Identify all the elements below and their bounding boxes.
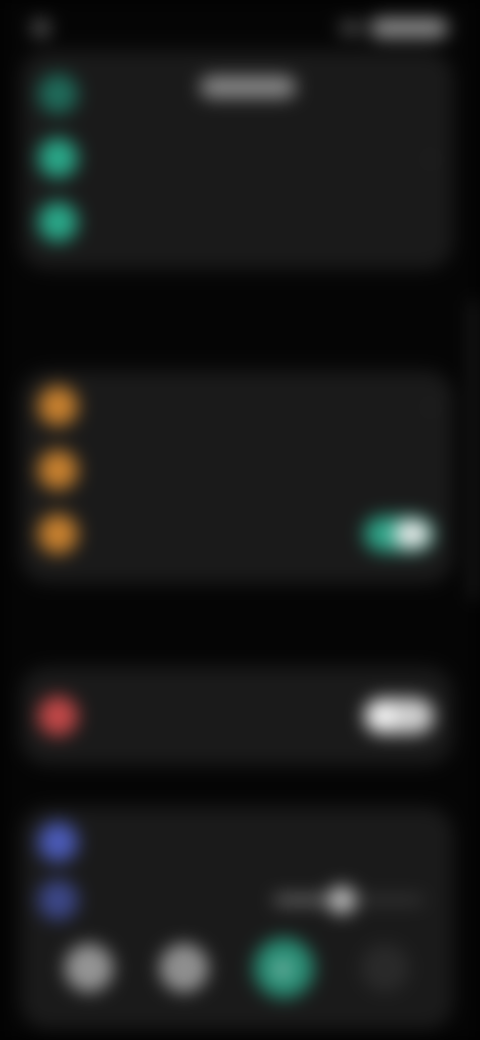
settings-row-volume[interactable] [38,874,434,926]
eye-comfort-icon [38,514,78,554]
sound-card: ♪ ≋ ◐ ☾ [22,808,452,1028]
lock-toggle[interactable] [364,698,434,734]
settings-row-theme[interactable] [38,444,434,496]
speaker-icon [38,822,78,862]
status-left [32,19,60,37]
security-card [22,668,452,764]
bluetooth-icon [38,202,78,242]
settings-row-bluetooth[interactable] [38,196,434,248]
settings-row-sim[interactable] [38,68,434,120]
signal-icon [340,22,362,34]
volume-icon [38,880,78,920]
status-bar [32,14,448,42]
silent-icon[interactable]: ◐ [254,938,315,998]
settings-row-lock[interactable] [38,690,434,742]
settings-row-wifi[interactable]: › [38,132,434,184]
volume-slider-knob[interactable] [327,886,356,914]
vibrate-icon[interactable]: ≋ [159,944,208,992]
display-card: › [22,372,452,582]
sim-icon [38,74,78,114]
dnd-icon[interactable]: ☾ [360,944,409,992]
network-card: › [22,52,452,268]
theme-icon [38,450,78,490]
settings-row-speaker[interactable] [38,816,434,868]
sound-mode-icon[interactable]: ♪ [65,944,114,992]
eye-comfort-toggle[interactable] [364,516,434,552]
settings-row-brightness[interactable]: › [38,380,434,432]
lock-icon [38,696,78,736]
settings-row-eye-comfort[interactable] [38,508,434,560]
chevron-right-icon: › [427,148,434,168]
sound-mode-selector: ♪ ≋ ◐ ☾ [42,938,432,998]
scroll-indicator[interactable] [472,300,478,600]
wifi-icon [38,138,78,178]
battery-icon [370,18,448,38]
brightness-icon [38,386,78,426]
chevron-right-icon: › [427,396,434,416]
volume-slider[interactable] [274,886,424,914]
notification-icon [32,19,50,37]
settings-screen: › › ♪ ≋ ◐ ☾ [0,0,480,1040]
status-right [340,18,448,38]
